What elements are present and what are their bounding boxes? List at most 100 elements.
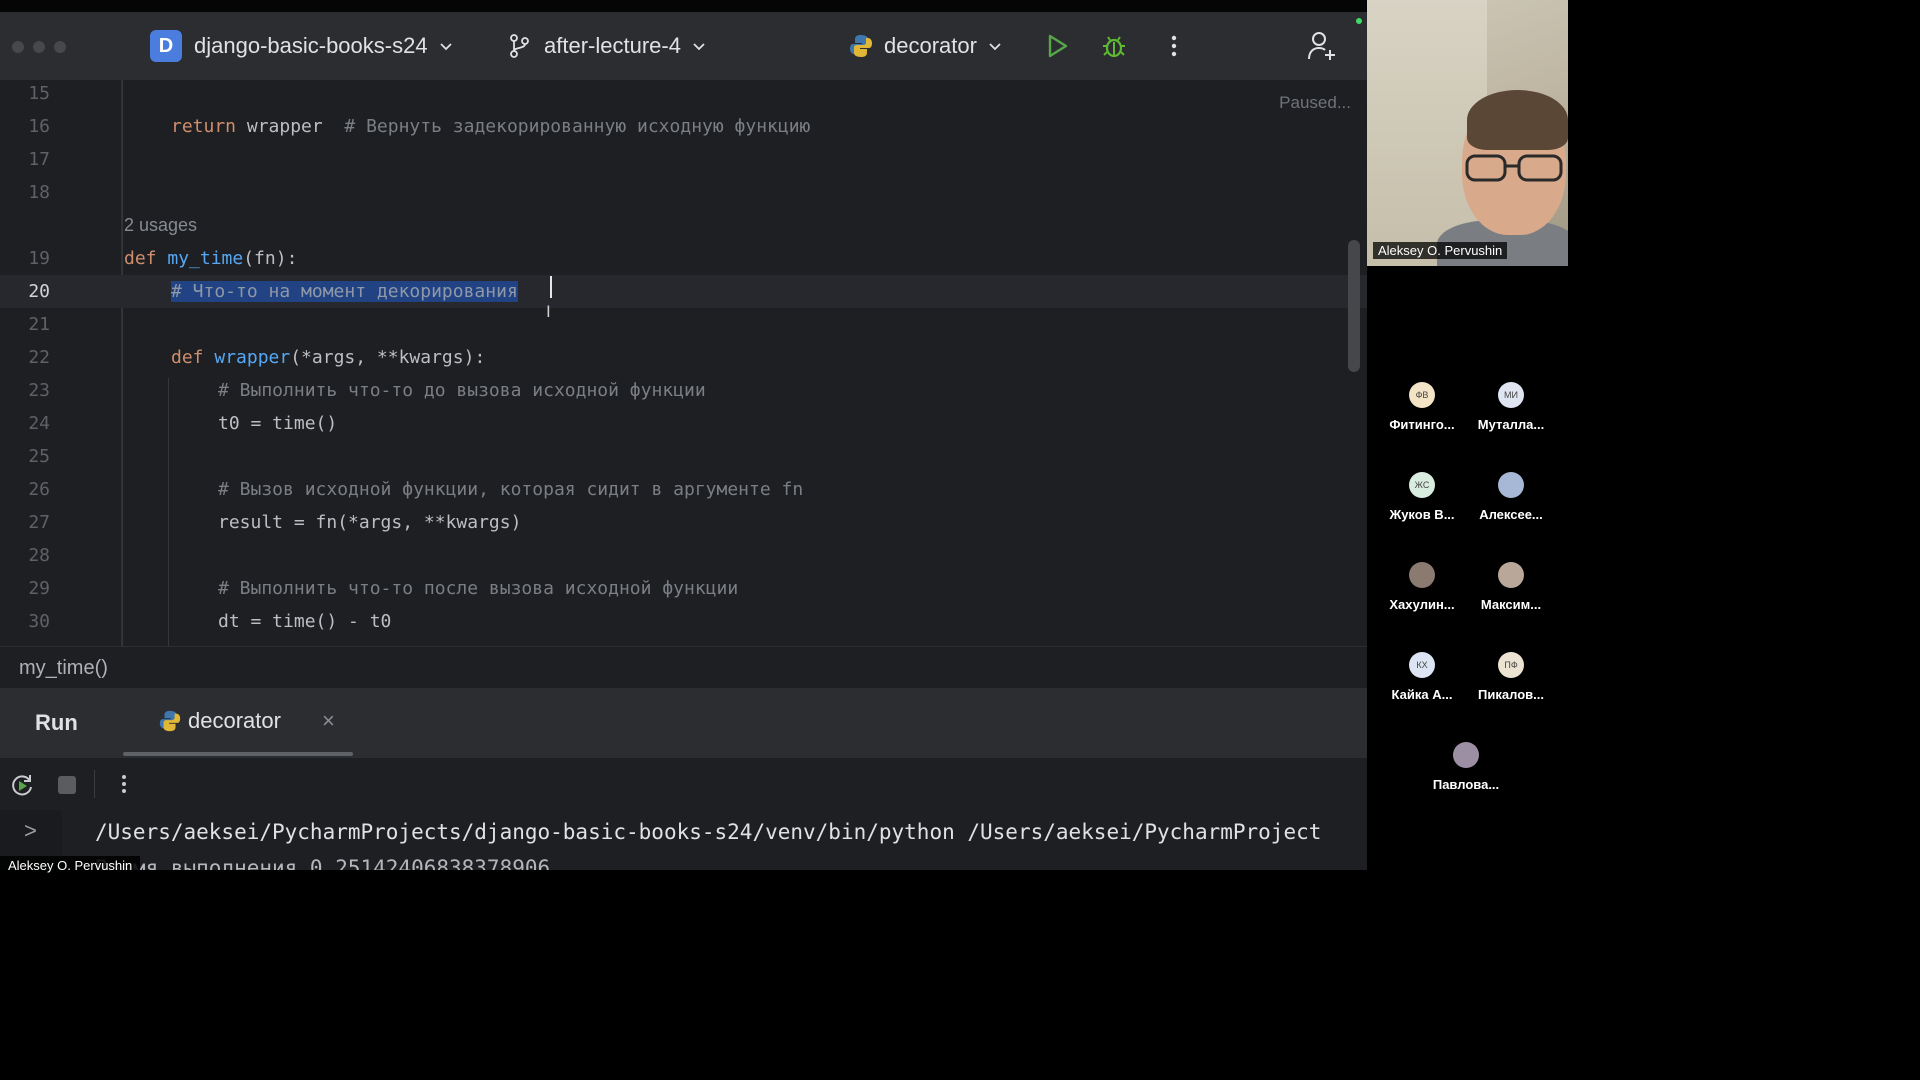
project-name: django-basic-books-s24 xyxy=(194,33,428,58)
line-number: 22 xyxy=(28,347,50,368)
window-dots-icon[interactable] xyxy=(12,41,66,53)
avatar xyxy=(1498,562,1524,588)
python-icon xyxy=(159,710,181,732)
branch-icon xyxy=(510,34,529,58)
participant-name: Максим... xyxy=(1480,597,1542,612)
line-number: 27 xyxy=(28,512,50,533)
tab-underline xyxy=(123,752,353,756)
avatar xyxy=(1453,742,1479,768)
avatar xyxy=(1409,562,1435,588)
code-line: 30 dt = time() - t0 xyxy=(0,605,1367,638)
participant-tile[interactable]: ЖС Жуков В... xyxy=(1377,472,1467,522)
code-line: 28 xyxy=(0,539,1367,572)
usages-hint[interactable]: 2 usages xyxy=(124,209,197,242)
run-config-name: decorator xyxy=(884,33,977,58)
line-number: 16 xyxy=(28,116,50,137)
line-number: 29 xyxy=(28,578,50,599)
line-number: 30 xyxy=(28,611,50,632)
chevron-down-icon xyxy=(989,43,1001,51)
code-comment: # Вернуть задекорированную исходную функ… xyxy=(344,116,811,137)
line-number: 19 xyxy=(28,248,50,269)
presenter-video[interactable] xyxy=(1367,0,1568,266)
code-line: 24 t0 = time() xyxy=(0,407,1367,440)
function-name: wrapper xyxy=(214,347,291,368)
line-number: 21 xyxy=(28,314,50,335)
run-config-selector[interactable]: decorator xyxy=(848,26,1003,66)
editor-scrollbar[interactable] xyxy=(1348,240,1360,372)
tab-label: decorator xyxy=(188,708,281,733)
code-line: 29 # Выполнить что-то после вызова исход… xyxy=(0,572,1367,605)
top-black-strip xyxy=(0,0,1568,12)
more-icon[interactable] xyxy=(112,772,136,796)
participant-tile[interactable]: МИ Муталла... xyxy=(1466,382,1556,432)
branch-selector[interactable]: after-lecture-4 xyxy=(508,26,707,66)
code-line: 18 xyxy=(0,176,1367,209)
line-number: 28 xyxy=(28,545,50,566)
line-number: 23 xyxy=(28,380,50,401)
code-line: 19 def my_time(fn): xyxy=(0,242,1367,275)
run-toolbar xyxy=(0,758,1367,810)
status-dot xyxy=(1356,18,1362,24)
breadcrumb: my_time() xyxy=(0,646,1367,689)
code-line: 27 result = fn(*args, **kwargs) xyxy=(0,506,1367,539)
participant-name: Пикалов... xyxy=(1478,687,1544,702)
code-line: 23 # Выполнить что-то до вызова исходной… xyxy=(0,374,1367,407)
line-number: 26 xyxy=(28,479,50,500)
code-comment: # Вызов исходной функции, которая сидит … xyxy=(218,479,804,500)
code-text: result = fn(*args, **kwargs) xyxy=(218,512,522,533)
code-comment: # Выполнить что-то до вызова исходной фу… xyxy=(218,380,706,401)
code-line: 21 xyxy=(0,308,1367,341)
stop-icon[interactable] xyxy=(56,774,78,796)
project-selector[interactable]: D django-basic-books-s24 xyxy=(150,26,454,66)
participant-name: Павлова... xyxy=(1432,777,1500,792)
avatar: КХ xyxy=(1409,652,1435,678)
keyword: def xyxy=(124,248,157,269)
debug-icon[interactable] xyxy=(1100,32,1128,60)
breadcrumb-item[interactable]: my_time() xyxy=(19,657,108,680)
tab-decorator[interactable]: decorator xyxy=(158,708,281,734)
close-icon[interactable]: × xyxy=(322,708,335,734)
participant-name: Жуков В... xyxy=(1389,507,1455,522)
chevron-down-icon xyxy=(439,43,452,51)
pycharm-window: D django-basic-books-s24 after-lecture-4… xyxy=(0,12,1367,870)
console-output[interactable]: > /Users/aeksei/PycharmProjects/django-b… xyxy=(0,810,1367,870)
participant-tile[interactable]: КХ Кайка А... xyxy=(1377,652,1467,702)
code-line: 17 xyxy=(0,143,1367,176)
run-panel-header: Run decorator × xyxy=(0,688,1367,758)
glasses-shape xyxy=(1465,154,1563,182)
more-icon[interactable] xyxy=(1160,32,1188,60)
main-toolbar: D django-basic-books-s24 after-lecture-4… xyxy=(0,12,1367,80)
project-badge: D xyxy=(150,30,182,62)
toolbar-divider xyxy=(94,770,95,798)
presenter-name: Aleksey O. Pervushin xyxy=(1373,242,1508,259)
add-user-icon[interactable] xyxy=(1306,30,1338,62)
run-icon[interactable] xyxy=(1043,32,1071,60)
avatar: МИ xyxy=(1498,382,1524,408)
prompt-glyph: > xyxy=(24,818,37,843)
rerun-icon[interactable] xyxy=(9,772,35,798)
avatar xyxy=(1498,472,1524,498)
participant-tile[interactable]: ПФ Пикалов... xyxy=(1466,652,1556,702)
line-number: 18 xyxy=(28,182,50,203)
code-line: 22 def wrapper(*args, **kwargs): xyxy=(0,341,1367,374)
participant-name: Фитинго... xyxy=(1389,417,1455,432)
code-editor[interactable]: Paused... 15 16 return wrapper # Вернуть… xyxy=(0,80,1367,646)
keyword: return xyxy=(171,116,237,137)
text-caret xyxy=(550,276,552,298)
line-number: 15 xyxy=(28,83,50,104)
participant-tile[interactable]: Максим... xyxy=(1466,562,1556,612)
participant-tile[interactable]: Павлова... xyxy=(1421,742,1511,792)
participant-tile[interactable]: ФВ Фитинго... xyxy=(1377,382,1467,432)
console-line: Время выполнения 0.25142406838378906 xyxy=(95,856,551,870)
participant-tile[interactable]: Хахулин... xyxy=(1377,562,1467,612)
code-text: t0 = time() xyxy=(218,413,338,434)
participant-name: Алексее... xyxy=(1479,507,1543,522)
keyword: def xyxy=(171,347,204,368)
line-number: 20 xyxy=(28,281,50,302)
console-line: /Users/aeksei/PycharmProjects/django-bas… xyxy=(95,820,1322,844)
line-number: 17 xyxy=(28,149,50,170)
participant-name: Муталла... xyxy=(1477,417,1545,432)
avatar: ЖС xyxy=(1409,472,1435,498)
run-panel-title: Run xyxy=(35,710,78,735)
participant-tile[interactable]: Алексее... xyxy=(1466,472,1556,522)
